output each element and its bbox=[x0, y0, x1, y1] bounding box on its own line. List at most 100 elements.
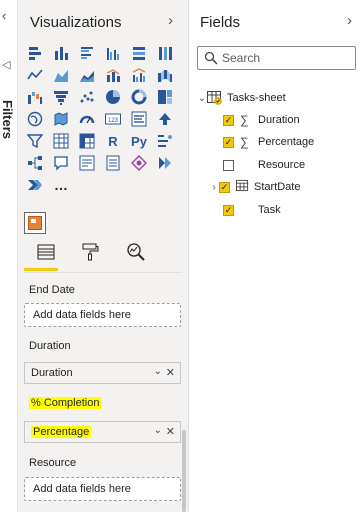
gauge-icon[interactable] bbox=[76, 109, 98, 129]
map-icon[interactable] bbox=[24, 109, 46, 129]
r-visual-icon[interactable]: R bbox=[102, 131, 124, 151]
completion-label-text: % Completion bbox=[29, 397, 102, 409]
100-bar-icon[interactable] bbox=[128, 43, 150, 63]
key-influencers-icon[interactable] bbox=[154, 131, 176, 151]
area-chart-icon[interactable] bbox=[50, 65, 72, 85]
decomposition-tree-icon[interactable] bbox=[24, 153, 46, 173]
collapse-visualizations-icon[interactable]: › bbox=[168, 12, 173, 29]
search-icon bbox=[204, 51, 218, 65]
narrative-icon[interactable] bbox=[76, 153, 98, 173]
remove-field-icon[interactable]: ✕ bbox=[166, 425, 175, 438]
line-chart-icon[interactable] bbox=[24, 65, 46, 85]
chevron-down-icon[interactable]: ⌄ bbox=[154, 425, 162, 436]
analytics-tab-magnifier-icon[interactable] bbox=[124, 240, 148, 264]
stacked-area-icon[interactable] bbox=[76, 65, 98, 85]
collapse-fields-icon[interactable]: › bbox=[347, 12, 352, 29]
active-tab-indicator bbox=[24, 268, 58, 271]
visualizations-title: Visualizations bbox=[30, 14, 122, 31]
field-label: Percentage bbox=[258, 136, 315, 148]
filled-map-icon[interactable] bbox=[50, 109, 72, 129]
donut-icon[interactable] bbox=[128, 87, 150, 107]
calendar-icon bbox=[236, 179, 250, 195]
treemap-icon[interactable] bbox=[154, 87, 176, 107]
scatter-icon[interactable] bbox=[76, 87, 98, 107]
selected-visual-icon[interactable] bbox=[24, 212, 46, 234]
slicer-icon[interactable] bbox=[24, 131, 46, 151]
field-label: Task bbox=[258, 204, 281, 216]
line-clustered-icon[interactable] bbox=[128, 65, 150, 85]
table-name: Tasks-sheet bbox=[227, 92, 286, 104]
tabs-divider bbox=[24, 272, 182, 273]
field-row-startdate[interactable]: › StartDate bbox=[209, 178, 300, 196]
duration-field-name: Duration bbox=[31, 367, 73, 379]
stacked-column-icon[interactable] bbox=[50, 43, 72, 63]
resource-dropzone[interactable]: Add data fields here bbox=[24, 477, 181, 501]
python-visual-icon[interactable]: Py bbox=[128, 131, 150, 151]
chevron-down-icon[interactable]: ⌄ bbox=[154, 366, 162, 377]
end-date-dropzone[interactable]: Add data fields here bbox=[24, 303, 181, 327]
r-visual-label: R bbox=[108, 133, 118, 149]
python-visual-label: Py bbox=[131, 133, 147, 149]
power-apps-icon[interactable] bbox=[154, 153, 176, 173]
stacked-bar-icon[interactable] bbox=[24, 43, 46, 63]
search-input[interactable] bbox=[222, 50, 350, 66]
completion-well-field[interactable]: Percentage ⌄ ✕ bbox=[24, 421, 181, 443]
duration-well-label: Duration bbox=[29, 340, 71, 352]
multirow-card-icon[interactable] bbox=[128, 109, 150, 129]
filters-pane[interactable]: ‹ ◁ Filters bbox=[0, 0, 18, 512]
field-label: Duration bbox=[258, 114, 300, 126]
chevron-right-icon[interactable]: › bbox=[209, 182, 219, 193]
custom-visual-icon[interactable] bbox=[128, 153, 150, 173]
completion-field-name: Percentage bbox=[31, 426, 92, 438]
checkbox-checked[interactable] bbox=[223, 136, 234, 148]
checkbox-unchecked[interactable] bbox=[223, 159, 234, 171]
more-visuals-label: … bbox=[54, 177, 68, 193]
svg-text:123: 123 bbox=[108, 118, 119, 124]
fields-title: Fields bbox=[200, 14, 241, 31]
checkbox-checked[interactable] bbox=[223, 204, 234, 216]
checkbox-checked[interactable] bbox=[223, 114, 234, 126]
paginated-icon[interactable] bbox=[102, 153, 124, 173]
remove-field-icon[interactable]: ✕ bbox=[166, 366, 175, 379]
field-row-percentage[interactable]: ∑ Percentage bbox=[223, 133, 314, 151]
ribbon-chart-icon[interactable] bbox=[154, 65, 176, 85]
checkbox-checked[interactable] bbox=[219, 181, 230, 193]
funnel-icon[interactable] bbox=[50, 87, 72, 107]
more-visuals-icon[interactable]: … bbox=[50, 175, 72, 195]
chevron-down-icon[interactable]: ⌄ bbox=[197, 93, 207, 104]
field-label: StartDate bbox=[254, 181, 301, 193]
expand-filters-chevron-icon[interactable]: ‹ bbox=[2, 8, 6, 23]
fields-tab-icon[interactable] bbox=[34, 240, 58, 264]
table-row-tasks-sheet[interactable]: ⌄ Tasks-sheet bbox=[197, 89, 286, 107]
pie-icon[interactable] bbox=[102, 87, 124, 107]
kpi-icon[interactable] bbox=[154, 109, 176, 129]
completion-well-label: % Completion bbox=[29, 397, 102, 409]
pane-scrollbar[interactable] bbox=[182, 430, 186, 512]
sigma-icon: ∑ bbox=[240, 113, 249, 127]
matrix-icon[interactable] bbox=[76, 131, 98, 151]
table-icon[interactable] bbox=[50, 131, 72, 151]
field-label: Resource bbox=[258, 159, 306, 171]
qa-icon[interactable] bbox=[50, 153, 72, 173]
field-row-resource[interactable]: Resource bbox=[223, 156, 305, 174]
duration-well-field[interactable]: Duration ⌄ ✕ bbox=[24, 362, 181, 384]
visual-gallery: 123 R Py … bbox=[24, 43, 184, 197]
sigma-icon: ∑ bbox=[240, 135, 249, 149]
field-row-duration[interactable]: ∑ Duration bbox=[223, 111, 300, 129]
end-date-well-label: End Date bbox=[29, 284, 75, 296]
power-automate-icon[interactable] bbox=[24, 175, 46, 195]
waterfall-icon[interactable] bbox=[24, 87, 46, 107]
visual-pane-tabs bbox=[24, 240, 184, 270]
visualizations-pane: Visualizations › 123 R Py … End Date Add… bbox=[18, 0, 189, 512]
card-icon[interactable]: 123 bbox=[102, 109, 124, 129]
field-row-task[interactable]: Task bbox=[223, 201, 281, 219]
format-tab-paint-roller-icon[interactable] bbox=[78, 240, 102, 264]
fields-pane: Fields › ⌄ Tasks-sheet ∑ Duration ∑ Perc… bbox=[189, 0, 361, 512]
clustered-column-icon[interactable] bbox=[102, 43, 124, 63]
fields-search-box[interactable] bbox=[197, 46, 356, 70]
clustered-bar-icon[interactable] bbox=[76, 43, 98, 63]
100-column-icon[interactable] bbox=[154, 43, 176, 63]
line-column-icon[interactable] bbox=[102, 65, 124, 85]
filters-label: Filters bbox=[0, 100, 15, 140]
table-icon bbox=[207, 91, 223, 105]
